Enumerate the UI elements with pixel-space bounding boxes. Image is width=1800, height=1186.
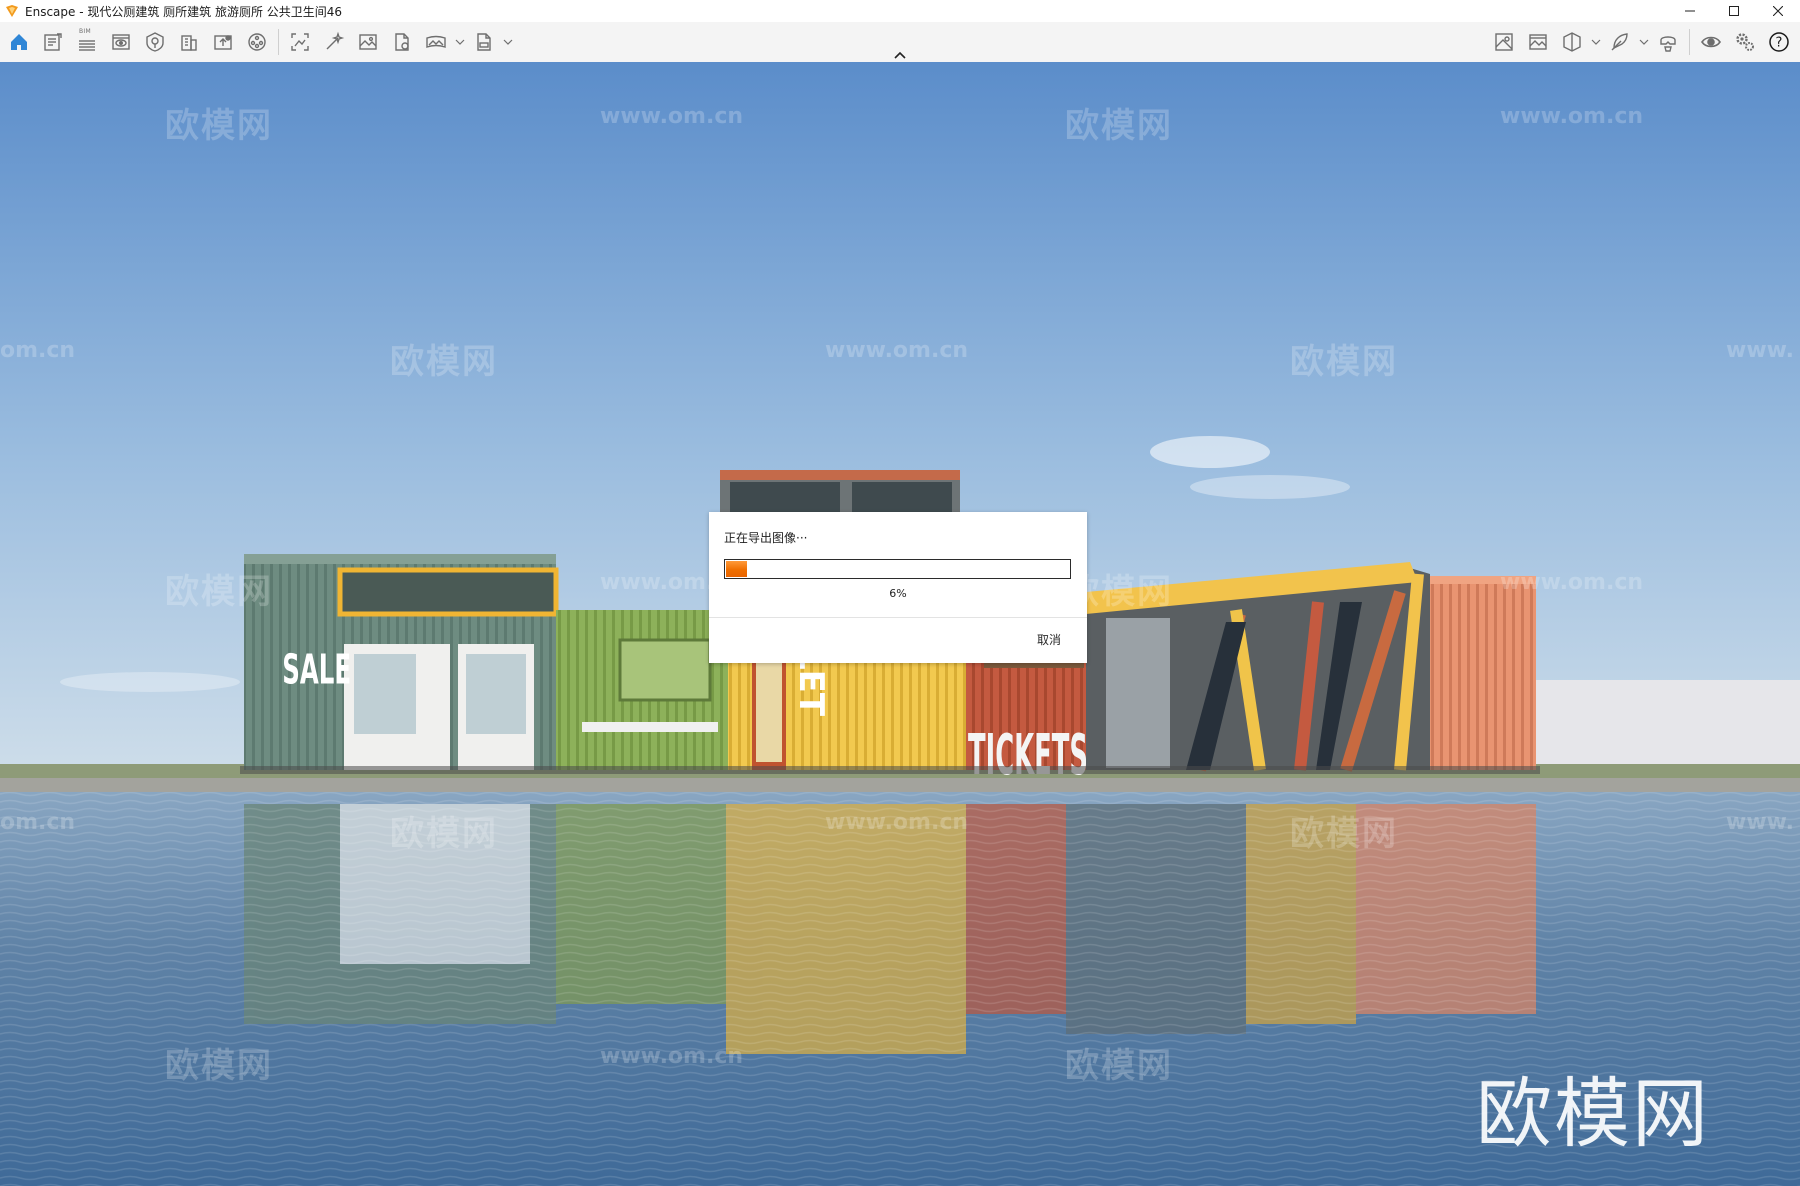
export-progress-dialog: 正在导出图像··· 6% 取消 (709, 512, 1087, 663)
toolbar-separator (278, 29, 279, 55)
enscape-logo-icon (6, 5, 18, 17)
home-icon (11, 34, 27, 50)
watermark-cn: 欧模网 (1290, 342, 1398, 382)
toolbar-collapse-toggle[interactable] (890, 48, 910, 62)
gallery-button[interactable] (1521, 25, 1555, 59)
close-button[interactable] (1756, 0, 1800, 22)
watermark-cn: 欧模网 (165, 106, 273, 146)
minimize-button[interactable] (1668, 0, 1712, 22)
upload-icon (214, 35, 232, 50)
feather-dropdown[interactable] (1637, 25, 1651, 59)
watermark-url-partial: www. (1726, 810, 1794, 835)
watermark-url-partial: om.cn (0, 338, 76, 363)
maximize-icon (1729, 6, 1739, 16)
settings-button[interactable] (1728, 25, 1762, 59)
image-button[interactable] (351, 25, 385, 59)
map-button[interactable] (1487, 25, 1521, 59)
minimize-icon (1685, 10, 1695, 12)
watermark-url: www.om.cn (1500, 104, 1644, 129)
watermark-url: www.om.cn (825, 338, 969, 363)
chevron-down-icon (455, 39, 465, 45)
file-icon (395, 33, 409, 51)
dialog-divider (709, 617, 1087, 618)
magic-button[interactable] (317, 25, 351, 59)
toolbar-right-group: ? (1487, 22, 1796, 62)
upload-button[interactable] (206, 25, 240, 59)
watermark-url: www.om.cn (600, 1044, 744, 1069)
watermark-cn: 欧模网 (390, 342, 498, 382)
help-button[interactable]: ? (1762, 25, 1796, 59)
sale-sign: SALE (282, 646, 351, 693)
feather-button[interactable] (1603, 25, 1637, 59)
map-icon (1495, 33, 1513, 51)
toolbar-left-group: BIM (2, 22, 515, 62)
file-button[interactable] (385, 25, 419, 59)
close-icon (1773, 6, 1783, 16)
building-button[interactable] (172, 25, 206, 59)
vr-headset-button[interactable] (1651, 25, 1685, 59)
visual-settings-icon (146, 32, 164, 52)
settings-icon (1736, 33, 1754, 51)
building-icon (181, 35, 197, 51)
watermark-url-partial: om.cn (0, 810, 76, 835)
vr-headset-icon (1660, 36, 1676, 52)
chevron-down-icon (1639, 39, 1649, 45)
section-dropdown[interactable] (1589, 25, 1603, 59)
panorama-dropdown[interactable] (453, 25, 467, 59)
gallery-icon (1529, 34, 1547, 50)
bim-label: BIM (79, 28, 91, 35)
panorama-icon (426, 35, 446, 48)
export-progress-bar (724, 559, 1071, 579)
panorama-button[interactable] (419, 25, 453, 59)
watermark-cn: 欧模网 (1290, 814, 1398, 854)
cancel-button[interactable]: 取消 (1037, 631, 1061, 648)
section-button[interactable] (1555, 25, 1589, 59)
window-controls (1668, 0, 1800, 22)
watermark-cn: 欧模网 (165, 1046, 273, 1086)
bim-button[interactable]: BIM (70, 25, 104, 59)
view-management-button[interactable] (104, 25, 138, 59)
chevron-down-icon (503, 39, 513, 45)
progress-fill (726, 561, 747, 577)
progress-percentage: 6% (889, 587, 907, 600)
visibility-button[interactable] (1694, 25, 1728, 59)
watermark-large: 欧模网 (1476, 1069, 1710, 1158)
tickets-sign: TICKETS (968, 723, 1088, 788)
chevron-down-icon (1591, 39, 1601, 45)
views-button[interactable] (36, 25, 70, 59)
export-dropdown[interactable] (501, 25, 515, 59)
view-icon (112, 34, 130, 50)
help-icon: ? (1769, 32, 1789, 52)
image-icon (359, 34, 377, 50)
watermark-url-partial: www. (1726, 338, 1794, 363)
home-button[interactable] (2, 25, 36, 59)
asset-library-icon (248, 33, 266, 51)
toolbar-separator (1689, 29, 1690, 55)
watermark-cn: 欧模网 (1065, 106, 1173, 146)
section-icon (1563, 32, 1581, 52)
watermark-cn: 欧模网 (165, 572, 273, 612)
feather-icon (1611, 33, 1628, 51)
watermark-url: www.om.cn (600, 104, 744, 129)
screenshot-button[interactable] (283, 25, 317, 59)
watermark-url: www.om.cn (1500, 570, 1644, 595)
document-icon (44, 33, 62, 51)
maximize-button[interactable] (1712, 0, 1756, 22)
chevron-up-icon (894, 51, 906, 59)
asset-library-button[interactable] (240, 25, 274, 59)
watermark-url: www.om.cn (825, 810, 969, 835)
export-icon (477, 33, 491, 51)
visual-settings-button[interactable] (138, 25, 172, 59)
title-bar: Enscape - 现代公厕建筑 厕所建筑 旅游厕所 公共卫生间46 (0, 0, 1800, 22)
eye-icon (1701, 36, 1721, 48)
svg-text:?: ? (1776, 36, 1783, 51)
export-button[interactable] (467, 25, 501, 59)
window-title: Enscape - 现代公厕建筑 厕所建筑 旅游厕所 公共卫生间46 (25, 4, 343, 19)
magic-icon (326, 31, 345, 50)
watermark-cn: 欧模网 (390, 814, 498, 854)
dialog-title: 正在导出图像··· (724, 531, 808, 545)
watermark-cn: 欧模网 (1065, 1046, 1173, 1086)
screenshot-icon (291, 33, 309, 51)
